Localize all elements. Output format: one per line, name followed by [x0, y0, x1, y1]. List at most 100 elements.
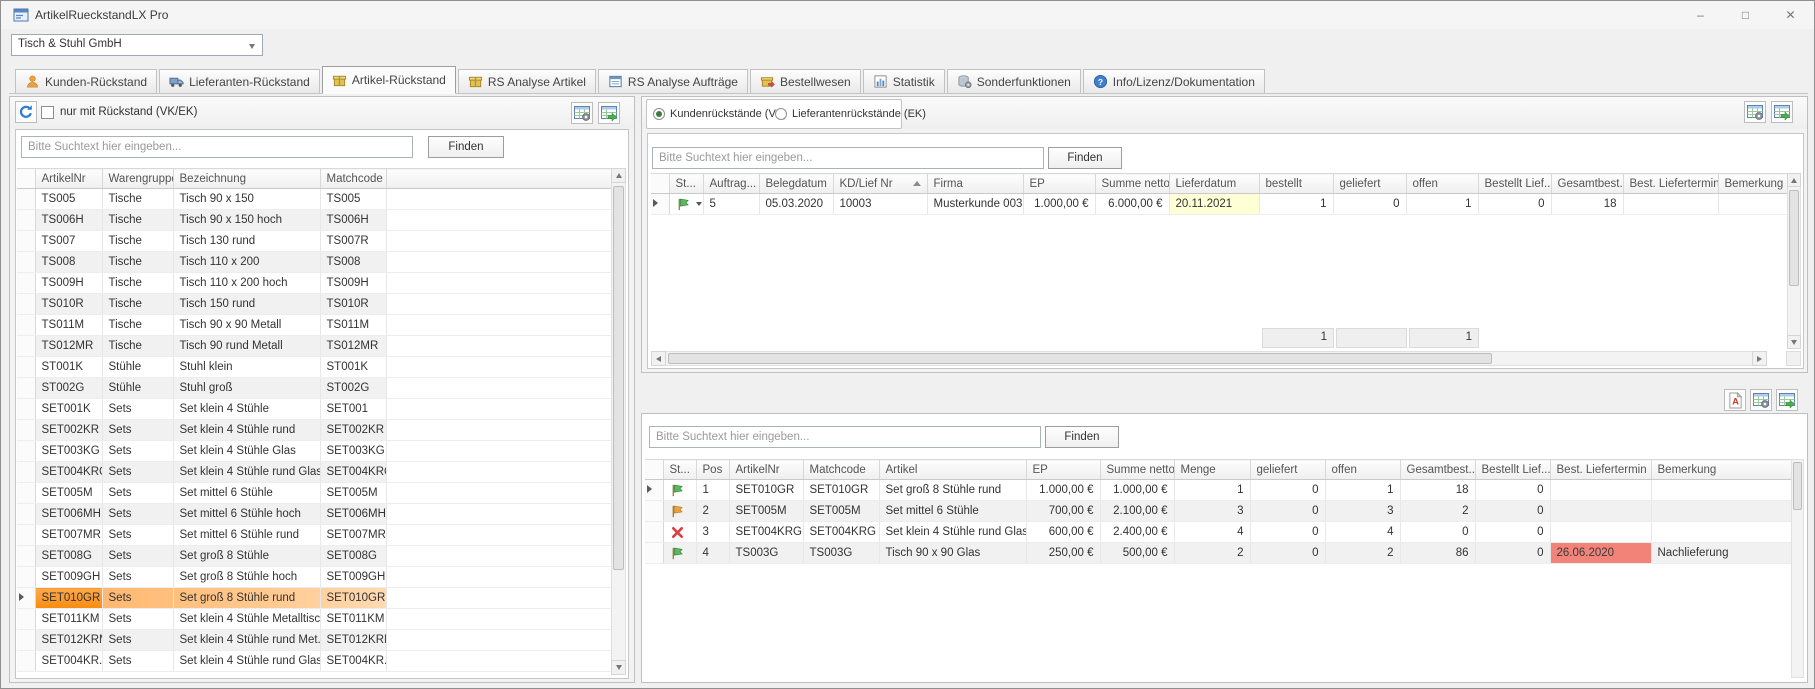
table-row[interactable]: TS010RTischeTisch 150 rundTS010R	[17, 294, 613, 315]
articles-search-input[interactable]	[21, 136, 413, 158]
table-row[interactable]: 1SET010GRSET010GRSet groß 8 Stühle rund1…	[645, 480, 1793, 501]
tab-bestellwesen[interactable]: Bestellwesen	[750, 69, 861, 93]
table-row[interactable]: SET006MHSetsSet mittel 6 Stühle hochSET0…	[17, 504, 613, 525]
column-header-gesamtbest-[interactable]: Gesamtbest...	[1400, 460, 1475, 480]
table-row[interactable]: TS007TischeTisch 130 rundTS007R	[17, 231, 613, 252]
grid-export-button[interactable]	[1771, 101, 1793, 123]
scroll-up-button[interactable]	[611, 168, 626, 183]
orders-table-vscrollbar[interactable]	[1787, 173, 1801, 349]
table-row[interactable]: 2SET005MSET005MSet mittel 6 Stühle700,00…	[645, 501, 1793, 522]
refresh-button[interactable]	[15, 101, 37, 123]
column-header-firma[interactable]: Firma	[927, 174, 1023, 194]
orders-table-hscrollbar[interactable]	[651, 351, 1767, 366]
table-row[interactable]: SET004KR...SetsSet klein 4 Stühle rund G…	[17, 651, 613, 672]
column-header-bestellt-lief-[interactable]: Bestellt Lief...	[1475, 460, 1550, 480]
scrollbar-thumb[interactable]	[668, 353, 1492, 364]
grid-export-button[interactable]	[598, 102, 620, 124]
table-row[interactable]: TS006HTischeTisch 90 x 150 hochTS006H	[17, 210, 613, 231]
scroll-left-button[interactable]	[651, 351, 666, 366]
column-header-bemerkung[interactable]: Bemerkung	[1718, 174, 1790, 194]
column-header-bestellt[interactable]: bestellt	[1259, 174, 1333, 194]
scrollbar-thumb[interactable]	[1789, 190, 1799, 286]
table-row[interactable]: SET012KRMSetsSet klein 4 Stühle rund Met…	[17, 630, 613, 651]
scroll-right-button[interactable]	[1752, 351, 1767, 366]
grid-settings-button[interactable]	[1744, 101, 1766, 123]
table-row[interactable]: TS005TischeTisch 90 x 150TS005	[17, 189, 613, 210]
column-header-best-liefertermin[interactable]: Best. Liefertermin	[1623, 174, 1718, 194]
status-dropdown-icon[interactable]	[696, 202, 702, 206]
table-row[interactable]: SET010GRSetsSet groß 8 Stühle rundSET010…	[17, 588, 613, 609]
column-header-warengruppe[interactable]: Warengruppe	[102, 169, 173, 189]
column-header-offen[interactable]: offen	[1325, 460, 1400, 480]
table-row[interactable]: TS011MTischeTisch 90 x 90 MetallTS011M	[17, 315, 613, 336]
table-row[interactable]: SET007MRSetsSet mittel 6 Stühle rundSET0…	[17, 525, 613, 546]
tab-rs-analyse-auftr-ge[interactable]: RS Analyse Aufträge	[598, 69, 748, 93]
column-header-menge[interactable]: Menge	[1174, 460, 1250, 480]
column-header-summe-netto[interactable]: Summe netto	[1095, 174, 1169, 194]
scrollbar-thumb[interactable]	[1793, 462, 1802, 510]
column-header-lieferdatum[interactable]: Lieferdatum	[1169, 174, 1259, 194]
tab-statistik[interactable]: Statistik	[863, 69, 945, 93]
column-header-auftrag-[interactable]: Auftrag...	[703, 174, 759, 194]
pdf-export-button[interactable]: A	[1724, 389, 1746, 411]
table-row[interactable]: SET008GSetsSet groß 8 StühleSET008G	[17, 546, 613, 567]
column-header-matchcode[interactable]: Matchcode	[320, 169, 386, 189]
scroll-down-button[interactable]	[611, 660, 626, 675]
tab-lieferanten-r-ckstand[interactable]: Lieferanten-Rückstand	[159, 69, 320, 93]
grid-settings-button[interactable]	[1750, 389, 1772, 411]
radio-lieferantenrueckstaende[interactable]: Lieferantenrückstände (EK)	[775, 108, 926, 120]
tab-rs-analyse-artikel[interactable]: RS Analyse Artikel	[458, 69, 596, 93]
table-row[interactable]: 505.03.202010003Musterkunde 0031.000,00 …	[651, 194, 1790, 215]
table-row[interactable]: SET002KRSetsSet klein 4 Stühle rundSET00…	[17, 420, 613, 441]
maximize-button[interactable]: □	[1723, 1, 1768, 29]
filter-checkbox[interactable]	[41, 106, 54, 119]
table-row[interactable]: 4TS003GTS003GTisch 90 x 90 Glas250,00 €5…	[645, 543, 1793, 564]
positions-table-vscrollbar[interactable]	[1791, 459, 1804, 678]
column-header-kd-lief-nr[interactable]: KD/Lief Nr	[833, 174, 927, 194]
table-row[interactable]: SET005MSetsSet mittel 6 StühleSET005M	[17, 483, 613, 504]
radio-kundenrueckstaende[interactable]: Kundenrückstände (VK)	[653, 108, 787, 120]
scroll-up-button[interactable]	[1787, 173, 1801, 187]
column-header-gesamtbest-[interactable]: Gesamtbest...	[1551, 174, 1623, 194]
column-header-matchcode[interactable]: Matchcode	[803, 460, 879, 480]
table-row[interactable]: SET003KGSetsSet klein 4 Stühle GlasSET00…	[17, 441, 613, 462]
table-row[interactable]: SET009GHSetsSet groß 8 Stühle hochSET009…	[17, 567, 613, 588]
scroll-down-button[interactable]	[1787, 335, 1801, 349]
column-header-summe-netto[interactable]: Summe netto	[1100, 460, 1174, 480]
column-header-artikel[interactable]: Artikel	[879, 460, 1026, 480]
column-header-artikelnr[interactable]: ArtikelNr	[729, 460, 803, 480]
tab-artikel-r-ckstand[interactable]: Artikel-Rückstand	[322, 66, 456, 94]
tab-kunden-r-ckstand[interactable]: Kunden-Rückstand	[15, 69, 157, 93]
orders-find-button[interactable]: Finden	[1048, 147, 1122, 169]
column-header-artikelnr[interactable]: ArtikelNr	[35, 169, 102, 189]
column-header-st-[interactable]: St...	[663, 460, 696, 480]
column-header-bestellt-lief-[interactable]: Bestellt Lief...	[1478, 174, 1551, 194]
table-row[interactable]: TS012MRTischeTisch 90 rund MetallTS012MR	[17, 336, 613, 357]
table-row[interactable]: ST001KStühleStuhl kleinST001K	[17, 357, 613, 378]
grid-export-button[interactable]	[1776, 389, 1798, 411]
column-header-best-liefertermin[interactable]: Best. Liefertermin	[1550, 460, 1651, 480]
column-header-bemerkung[interactable]: Bemerkung	[1651, 460, 1793, 480]
tab-sonderfunktionen[interactable]: Sonderfunktionen	[947, 69, 1081, 93]
tab-info-lizenz-dokumentation[interactable]: ?Info/Lizenz/Dokumentation	[1083, 69, 1265, 93]
column-header-offen[interactable]: offen	[1406, 174, 1478, 194]
column-header-bezeichnung[interactable]: Bezeichnung	[173, 169, 320, 189]
table-row[interactable]: SET011KMSetsSet klein 4 Stühle Metalltis…	[17, 609, 613, 630]
column-header-belegdatum[interactable]: Belegdatum	[759, 174, 833, 194]
table-row[interactable]: TS009HTischeTisch 110 x 200 hochTS009H	[17, 273, 613, 294]
positions-find-button[interactable]: Finden	[1045, 426, 1119, 448]
column-header-st-[interactable]: St...	[669, 174, 703, 194]
grid-settings-button[interactable]	[571, 102, 593, 124]
close-button[interactable]: ✕	[1768, 1, 1813, 29]
table-row[interactable]: 3SET004KRGSET004KRGSet klein 4 Stühle ru…	[645, 522, 1793, 543]
column-header-geliefert[interactable]: geliefert	[1333, 174, 1406, 194]
table-row[interactable]: TS008TischeTisch 110 x 200TS008	[17, 252, 613, 273]
column-header-ep[interactable]: EP	[1026, 460, 1100, 480]
positions-search-input[interactable]	[649, 426, 1041, 448]
column-header-ep[interactable]: EP	[1023, 174, 1095, 194]
articles-table-vscrollbar[interactable]	[611, 168, 626, 675]
orders-search-input[interactable]	[652, 147, 1044, 169]
column-header-geliefert[interactable]: geliefert	[1250, 460, 1325, 480]
table-row[interactable]: SET004KRGSetsSet klein 4 Stühle rund Gla…	[17, 462, 613, 483]
company-selector[interactable]: Tisch & Stuhl GmbH	[11, 34, 263, 56]
